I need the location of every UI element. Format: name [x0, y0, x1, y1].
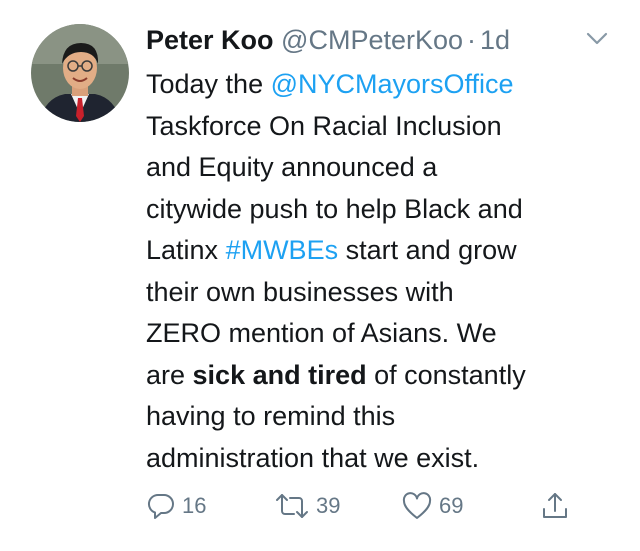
author-display-name[interactable]: Peter Koo — [146, 25, 274, 55]
text-segment: Latinx — [146, 235, 226, 265]
like-count: 69 — [439, 493, 464, 518]
tweet-text-line: administration that we exist. — [146, 442, 480, 473]
reply-icon — [147, 493, 174, 519]
tweet-text-line: their own businesses with — [146, 276, 454, 307]
text-segment: start and grow — [338, 235, 517, 265]
tweet-text-line: Today the @NYCMayorsOffice — [146, 64, 616, 106]
mention-link[interactable]: @NYCMayorsOffice — [271, 69, 514, 99]
avatar-photo-icon — [31, 24, 129, 122]
retweet-button[interactable]: 39 — [274, 488, 340, 524]
reply-count: 16 — [182, 493, 207, 518]
tweet-timestamp[interactable]: 1d — [480, 25, 510, 55]
header-separator: · — [467, 25, 477, 55]
reply-button[interactable]: 16 — [146, 488, 206, 524]
avatar[interactable] — [31, 24, 129, 122]
tweet-text-line: Taskforce On Racial Inclusion — [146, 110, 502, 141]
tweet-text-line: and Equity announced a — [146, 152, 438, 182]
tweet-text-line: having to remind this — [146, 401, 396, 431]
tweet-actions: 16 39 69 — [146, 488, 576, 524]
tweet-text: Today the @NYCMayorsOffice Taskforce On … — [146, 64, 616, 479]
tweet-header: Peter Koo @CMPeterKoo · 1d — [146, 21, 610, 59]
retweet-count: 39 — [316, 493, 341, 518]
chevron-down-icon[interactable] — [584, 30, 610, 48]
emphasis-text: sick and tired — [192, 359, 367, 390]
hashtag-link[interactable]: #MWBEs — [226, 235, 339, 265]
tweet-text-line: ZERO mention of Asians. We — [146, 318, 497, 348]
tweet-text-line: Latinx #MWBEs start and grow — [146, 230, 616, 272]
tweet-text-line: are sick and tired of constantly — [146, 355, 616, 397]
text-segment: of constantly — [366, 359, 526, 390]
text-segment: Today the — [146, 69, 271, 99]
retweet-icon — [276, 494, 308, 518]
author-handle[interactable]: @CMPeterKoo — [281, 25, 463, 55]
share-button[interactable] — [540, 488, 570, 524]
tweet-card[interactable]: Peter Koo @CMPeterKoo · 1d Today the @NYCM… — [0, 0, 640, 551]
heart-icon — [402, 492, 432, 519]
like-button[interactable]: 69 — [401, 488, 463, 524]
tweet-text-line: citywide push to help Black and — [146, 193, 523, 224]
text-segment: are — [146, 359, 193, 390]
share-icon — [543, 493, 567, 518]
